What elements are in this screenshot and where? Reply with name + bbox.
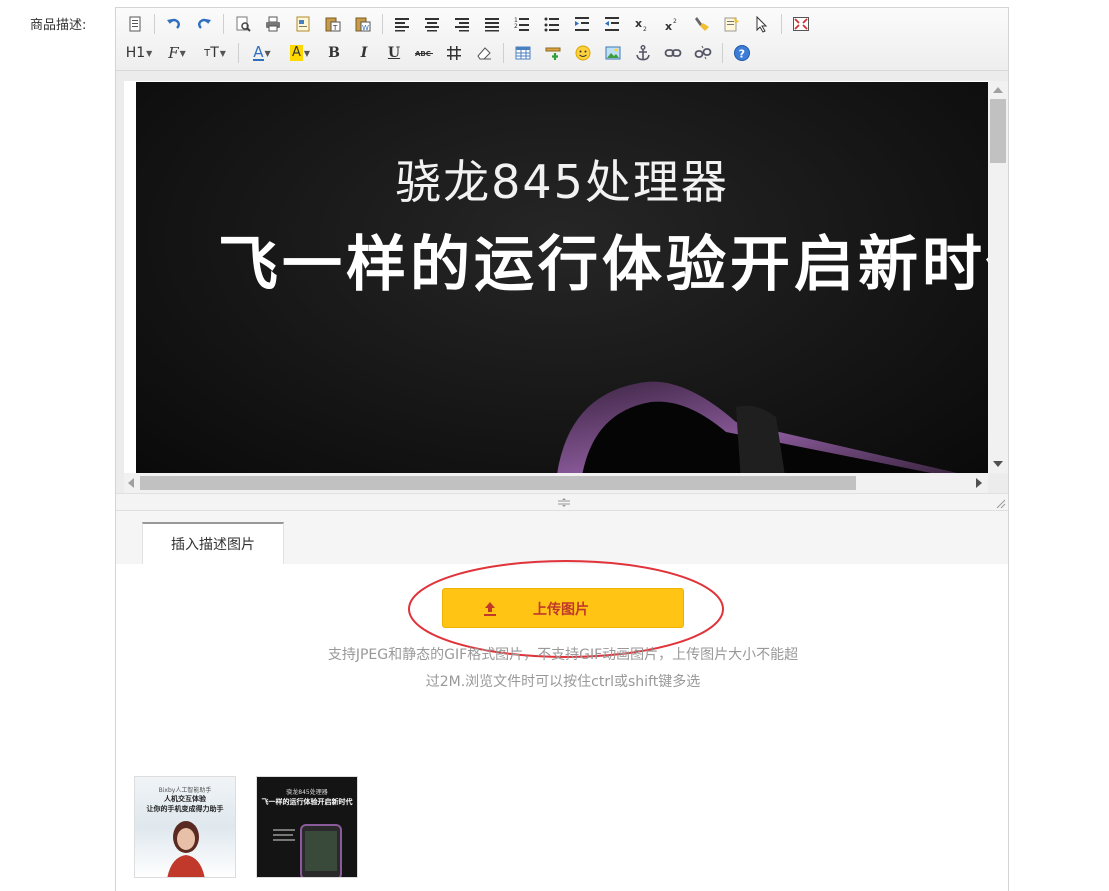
italic-icon[interactable]: I xyxy=(353,42,375,64)
undo-icon[interactable] xyxy=(163,13,185,35)
resize-grip-icon[interactable] xyxy=(556,498,572,507)
align-right-icon[interactable] xyxy=(451,13,473,35)
anchor-icon[interactable] xyxy=(632,42,654,64)
print-icon[interactable] xyxy=(262,13,284,35)
superscript-icon[interactable]: x2 xyxy=(661,13,683,35)
bold-icon[interactable]: B xyxy=(323,42,345,64)
unlink-icon[interactable] xyxy=(692,42,714,64)
description-field-label: 商品描述: xyxy=(30,18,87,33)
upload-hint-line-2: 过2M.浏览文件时可以按住ctrl或shift键多选 xyxy=(425,674,701,690)
strikethrough-icon[interactable]: ABC xyxy=(413,42,435,64)
toolbar-separator xyxy=(154,14,155,34)
cursor-icon[interactable] xyxy=(751,13,773,35)
upload-hint-line-1: 支持JPEG和静态的GIF格式图片，不支持GIF动画图片，上传图片大小不能超 xyxy=(327,647,799,663)
align-justify-icon[interactable] xyxy=(481,13,503,35)
banner-subtitle: 骁龙845处理器 xyxy=(395,155,729,209)
svg-text:2: 2 xyxy=(514,23,518,30)
insert-row-icon[interactable] xyxy=(542,42,564,64)
svg-text:T: T xyxy=(332,24,338,32)
preview-icon[interactable] xyxy=(232,13,254,35)
emoji-icon[interactable] xyxy=(572,42,594,64)
align-left-icon[interactable] xyxy=(391,13,413,35)
outdent-icon[interactable] xyxy=(601,13,623,35)
thumbnail-1-line-1: Bixby人工智能助手 xyxy=(158,787,212,794)
toolbar-separator xyxy=(223,14,224,34)
phone-image xyxy=(557,381,957,473)
table-icon[interactable] xyxy=(512,42,534,64)
upload-button-label: 上传图片 xyxy=(533,602,589,618)
paste-word-icon[interactable]: W xyxy=(352,13,374,35)
paste-text-icon[interactable]: T xyxy=(322,13,344,35)
scroll-up-icon[interactable] xyxy=(993,87,1003,93)
vertical-scroll-thumb[interactable] xyxy=(990,99,1006,163)
svg-text:2: 2 xyxy=(673,18,677,25)
font-size-icon[interactable]: T T ▼ xyxy=(200,42,230,64)
editor-canvas[interactable]: 骁龙845处理器 飞一样的运行体验开启新时代 xyxy=(124,81,988,473)
toolbar-separator xyxy=(503,43,504,63)
heading-icon[interactable]: H1 ▼ xyxy=(124,42,154,64)
rich-text-editor: T W 12 x2 x2 H1 ▼ F ▼ T T ▼ A ▼ A ▼ B I … xyxy=(115,7,1009,891)
scroll-right-icon[interactable] xyxy=(976,478,982,488)
image-icon[interactable] xyxy=(602,42,624,64)
tab-insert-description-image[interactable]: 插入描述图片 xyxy=(142,522,284,564)
toolbar-separator xyxy=(722,43,723,63)
uploaded-thumbnails: Bixby人工智能助手 人机交互体验 让你的手机变成得力助手 骁龙845处理器 … xyxy=(134,776,378,878)
thumbnail-image-2[interactable]: 骁龙845处理器 飞一样的运行体验开启新时代 xyxy=(256,776,358,878)
toolbar-separator xyxy=(238,43,239,63)
editor-resize-bar[interactable] xyxy=(116,493,1008,511)
upload-icon xyxy=(484,602,496,616)
fullscreen-icon[interactable] xyxy=(790,13,812,35)
svg-text:x: x xyxy=(635,17,642,30)
link-icon[interactable] xyxy=(662,42,684,64)
thumbnail-1-line-2: 人机交互体验 xyxy=(164,795,206,803)
thumbnail-1-person xyxy=(167,821,205,877)
help-icon[interactable]: ? xyxy=(731,42,753,64)
resize-corner-icon[interactable] xyxy=(996,499,1006,509)
toolbar-separator xyxy=(382,14,383,34)
scroll-down-icon[interactable] xyxy=(993,461,1003,467)
thumbnail-image-1[interactable]: Bixby人工智能助手 人机交互体验 让你的手机变成得力助手 xyxy=(134,776,236,878)
toolbar-row-2: H1▼ F▼ TT▼ A▼ A▼ B I U ABC ? xyxy=(124,40,761,66)
highlight-color-icon[interactable]: A ▼ xyxy=(285,42,315,64)
select-all-icon[interactable] xyxy=(721,13,743,35)
thumbnail-2-phone xyxy=(273,824,342,877)
redo-icon[interactable] xyxy=(193,13,215,35)
thumbnail-2-line-1: 骁龙845处理器 xyxy=(286,789,328,796)
indent-icon[interactable] xyxy=(571,13,593,35)
unordered-list-icon[interactable] xyxy=(541,13,563,35)
editor-toolbar: T W 12 x2 x2 H1 ▼ F ▼ T T ▼ A ▼ A ▼ B I … xyxy=(116,8,1008,71)
thumbnail-2-line-2: 飞一样的运行体验开启新时代 xyxy=(261,798,353,806)
image-tabs: 插入描述图片 xyxy=(116,511,1008,564)
subscript-icon[interactable]: x2 xyxy=(631,13,653,35)
toolbar-separator xyxy=(781,14,782,34)
horizontal-rule-icon[interactable] xyxy=(443,42,465,64)
source-code-icon[interactable] xyxy=(124,13,146,35)
clear-format-icon[interactable] xyxy=(691,13,713,35)
thumbnail-1-line-3: 让你的手机变成得力助手 xyxy=(146,805,224,813)
vertical-scrollbar[interactable] xyxy=(988,81,1008,473)
template-icon[interactable] xyxy=(292,13,314,35)
horizontal-scroll-thumb[interactable] xyxy=(140,476,856,490)
horizontal-scrollbar[interactable] xyxy=(124,473,988,493)
svg-text:x: x xyxy=(665,20,672,33)
scroll-left-icon[interactable] xyxy=(128,478,134,488)
ordered-list-icon[interactable]: 12 xyxy=(511,13,533,35)
svg-text:W: W xyxy=(362,24,369,32)
svg-text:2: 2 xyxy=(643,26,647,33)
toolbar-row-1: T W 12 x2 x2 xyxy=(124,11,820,37)
svg-text:?: ? xyxy=(739,47,745,60)
align-center-icon[interactable] xyxy=(421,13,443,35)
eraser-icon[interactable] xyxy=(473,42,495,64)
font-color-icon[interactable]: A ▼ xyxy=(247,42,277,64)
underline-icon[interactable]: U xyxy=(383,42,405,64)
banner-headline: 飞一样的运行体验开启新时代 xyxy=(218,230,988,300)
product-banner-image: 骁龙845处理器 飞一样的运行体验开启新时代 xyxy=(136,82,988,473)
font-family-icon[interactable]: F ▼ xyxy=(162,42,192,64)
editor-content-area[interactable]: 骁龙845处理器 飞一样的运行体验开启新时代 xyxy=(116,71,1008,501)
upload-image-button[interactable]: 上传图片 xyxy=(442,588,684,628)
